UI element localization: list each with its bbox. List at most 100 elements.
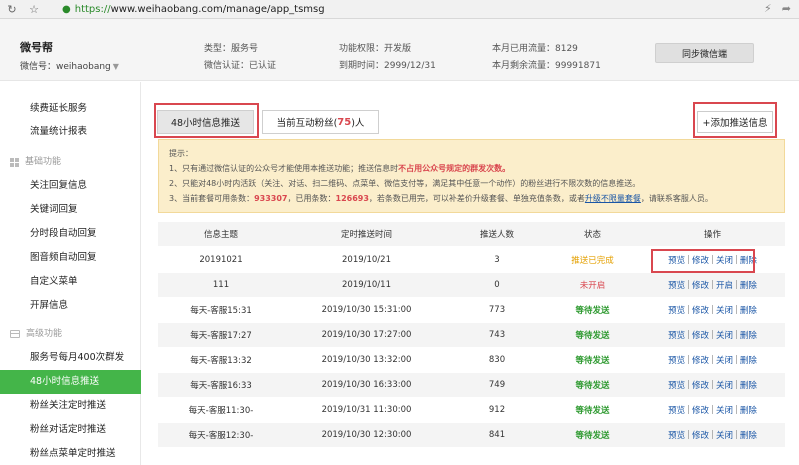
- address-bar[interactable]: ● https:// www.weihaobang.com/manage/app…: [56, 4, 325, 15]
- sync-wechat-button[interactable]: 同步微信端: [655, 43, 754, 63]
- row-count: 773: [488, 305, 506, 315]
- preview-link[interactable]: 预览: [668, 304, 685, 316]
- row-subject: 每天-客服11:30-: [188, 406, 254, 416]
- sidebar-item-timed-reply[interactable]: 分时段自动回复: [0, 222, 141, 246]
- verify-status: 微信认证：已认证: [204, 61, 277, 71]
- remaining-traffic: 本月剩余流量：99991871: [492, 61, 601, 71]
- row-subject: 20191021: [199, 255, 243, 265]
- expiry-date: 到期时间：2999/12/31: [339, 61, 436, 71]
- preview-link[interactable]: 预览: [668, 404, 685, 416]
- row-status: 等待发送: [575, 381, 610, 391]
- toggle-link[interactable]: 关闭: [716, 304, 733, 316]
- row-time: 2019/10/21: [342, 255, 391, 265]
- refresh-icon[interactable]: ↻: [4, 1, 20, 17]
- row-subject: 111: [212, 280, 230, 290]
- upgrade-unlimited-link[interactable]: 升级不限量套餐: [585, 194, 641, 203]
- delete-link[interactable]: 删除: [740, 329, 757, 341]
- edit-link[interactable]: 修改: [692, 304, 709, 316]
- browser-toolbar: ↻ ☆ ● https:// www.weihaobang.com/manage…: [0, 0, 799, 19]
- url-path: www.weihaobang.com/manage/app_tsmsg: [110, 3, 325, 15]
- sidebar-group-advanced: 高级功能: [0, 324, 141, 344]
- box-icon: [10, 330, 20, 338]
- toggle-link[interactable]: 关闭: [716, 404, 733, 416]
- col-ops: 操作: [703, 230, 721, 240]
- row-count: 830: [488, 355, 506, 365]
- preview-link[interactable]: 预览: [668, 379, 685, 391]
- sidebar-item-follow-reply[interactable]: 关注回复信息: [0, 174, 141, 198]
- table-header: 信息主题 定时推送时间 推送人数 状态 操作: [158, 222, 785, 246]
- preview-link[interactable]: 预览: [668, 329, 685, 341]
- notice-line-2: 2、只能对48小时内活跃（关注、对话、扫二维码、点菜单、微信支付等，满足其中任意…: [169, 179, 641, 188]
- account-header: 微号帮 微信号：weihaobang ▼ 类型：服务号 微信认证：已认证 功能权限…: [0, 19, 799, 81]
- row-subject: 每天-客服17:27: [190, 331, 252, 341]
- sidebar: 续费延长服务 流量统计报表 基础功能 关注回复信息 关键词回复 分时段自动回复 …: [0, 82, 141, 465]
- edit-link[interactable]: 修改: [692, 354, 709, 366]
- row-ops: 预览 | 修改 | 关闭 | 删除: [668, 354, 757, 366]
- row-status: 等待发送: [575, 406, 610, 416]
- row-status: 等待发送: [575, 356, 610, 366]
- row-count: 841: [488, 430, 506, 440]
- row-status: 等待发送: [575, 331, 610, 341]
- toggle-link[interactable]: 关闭: [716, 429, 733, 441]
- sidebar-group-basic: 基础功能: [0, 152, 141, 172]
- delete-link[interactable]: 删除: [740, 429, 757, 441]
- notice-line-1: 1、只有通过微信认证的公众号才能使用本推送功能；推送信息时不占用公众号规定的群发…: [169, 164, 511, 173]
- delete-link[interactable]: 删除: [740, 404, 757, 416]
- row-time: 2019/10/11: [342, 280, 391, 290]
- toggle-link[interactable]: 关闭: [716, 329, 733, 341]
- notice-title: 提示：: [169, 149, 193, 158]
- toggle-link[interactable]: 开启: [716, 279, 733, 291]
- sidebar-item-mass-send[interactable]: 服务号每月400次群发: [0, 346, 141, 370]
- account-id[interactable]: 微信号：weihaobang ▼: [20, 59, 119, 72]
- row-count: 0: [494, 280, 500, 290]
- table-row: 每天-客服11:30- 2019/10/31 11:30:00 912 等待发送 预览 |…: [158, 398, 785, 422]
- sidebar-item-traffic-report[interactable]: 流量统计报表: [0, 120, 141, 144]
- sidebar-item-48h-push[interactable]: 48小时信息推送: [0, 370, 141, 394]
- permission-level: 功能权限：开发版: [339, 44, 412, 54]
- table-row: 每天-客服12:30- 2019/10/30 12:30:00 841 等待发送 预览 |…: [158, 423, 785, 447]
- preview-link[interactable]: 预览: [668, 429, 685, 441]
- toggle-link[interactable]: 关闭: [716, 354, 733, 366]
- edit-link[interactable]: 修改: [692, 429, 709, 441]
- row-ops: 预览 | 修改 | 关闭 | 删除: [668, 304, 757, 316]
- tab-active-fans[interactable]: 当前互动粉丝(75)人: [262, 110, 379, 134]
- toggle-link[interactable]: 关闭: [716, 379, 733, 391]
- share-icon[interactable]: ➦: [782, 2, 791, 15]
- used-traffic: 本月已用流量：8129: [492, 44, 578, 54]
- row-count: 3: [494, 255, 500, 265]
- edit-link[interactable]: 修改: [692, 329, 709, 341]
- row-time: 2019/10/30 16:33:00: [321, 380, 412, 390]
- row-subject: 每天-客服13:32: [190, 356, 252, 366]
- edit-link[interactable]: 修改: [692, 279, 709, 291]
- preview-link[interactable]: 预览: [668, 279, 685, 291]
- row-ops: 预览 | 修改 | 关闭 | 删除: [668, 429, 757, 441]
- delete-link[interactable]: 删除: [740, 279, 757, 291]
- chevron-down-icon: ▼: [112, 62, 119, 71]
- sidebar-item-media-reply[interactable]: 图音频自动回复: [0, 246, 141, 270]
- row-status: 等待发送: [575, 306, 610, 316]
- sidebar-item-chat-timed-push[interactable]: 粉丝对话定时推送: [0, 418, 141, 442]
- sidebar-item-splash[interactable]: 开屏信息: [0, 294, 141, 318]
- star-icon[interactable]: ☆: [26, 1, 42, 17]
- notice-box: 提示： 1、只有通过微信认证的公众号才能使用本推送功能；推送信息时不占用公众号规…: [158, 139, 785, 213]
- row-ops: 预览 | 修改 | 关闭 | 删除: [668, 379, 757, 391]
- edit-link[interactable]: 修改: [692, 379, 709, 391]
- sidebar-item-custom-menu[interactable]: 自定义菜单: [0, 270, 141, 294]
- tab-highlight-box: [154, 103, 259, 138]
- delete-link[interactable]: 删除: [740, 304, 757, 316]
- delete-link[interactable]: 删除: [740, 379, 757, 391]
- col-count: 推送人数: [479, 230, 514, 240]
- lightning-icon[interactable]: ⚡: [764, 2, 772, 15]
- table-row: 每天-客服16:33 2019/10/30 16:33:00 749 等待发送 预览 | 修…: [158, 373, 785, 397]
- sidebar-item-keyword-reply[interactable]: 关键词回复: [0, 198, 141, 222]
- row-status: 推送已完成: [571, 256, 614, 266]
- col-time: 定时推送时间: [340, 230, 392, 240]
- sidebar-item-follow-timed-push[interactable]: 粉丝关注定时推送: [0, 394, 141, 418]
- row-count: 743: [488, 330, 506, 340]
- row-count: 912: [488, 405, 506, 415]
- preview-link[interactable]: 预览: [668, 354, 685, 366]
- edit-link[interactable]: 修改: [692, 404, 709, 416]
- delete-link[interactable]: 删除: [740, 354, 757, 366]
- sidebar-item-renew[interactable]: 续费延长服务: [0, 97, 141, 121]
- sidebar-item-menu-timed-push[interactable]: 粉丝点菜单定时推送: [0, 442, 141, 465]
